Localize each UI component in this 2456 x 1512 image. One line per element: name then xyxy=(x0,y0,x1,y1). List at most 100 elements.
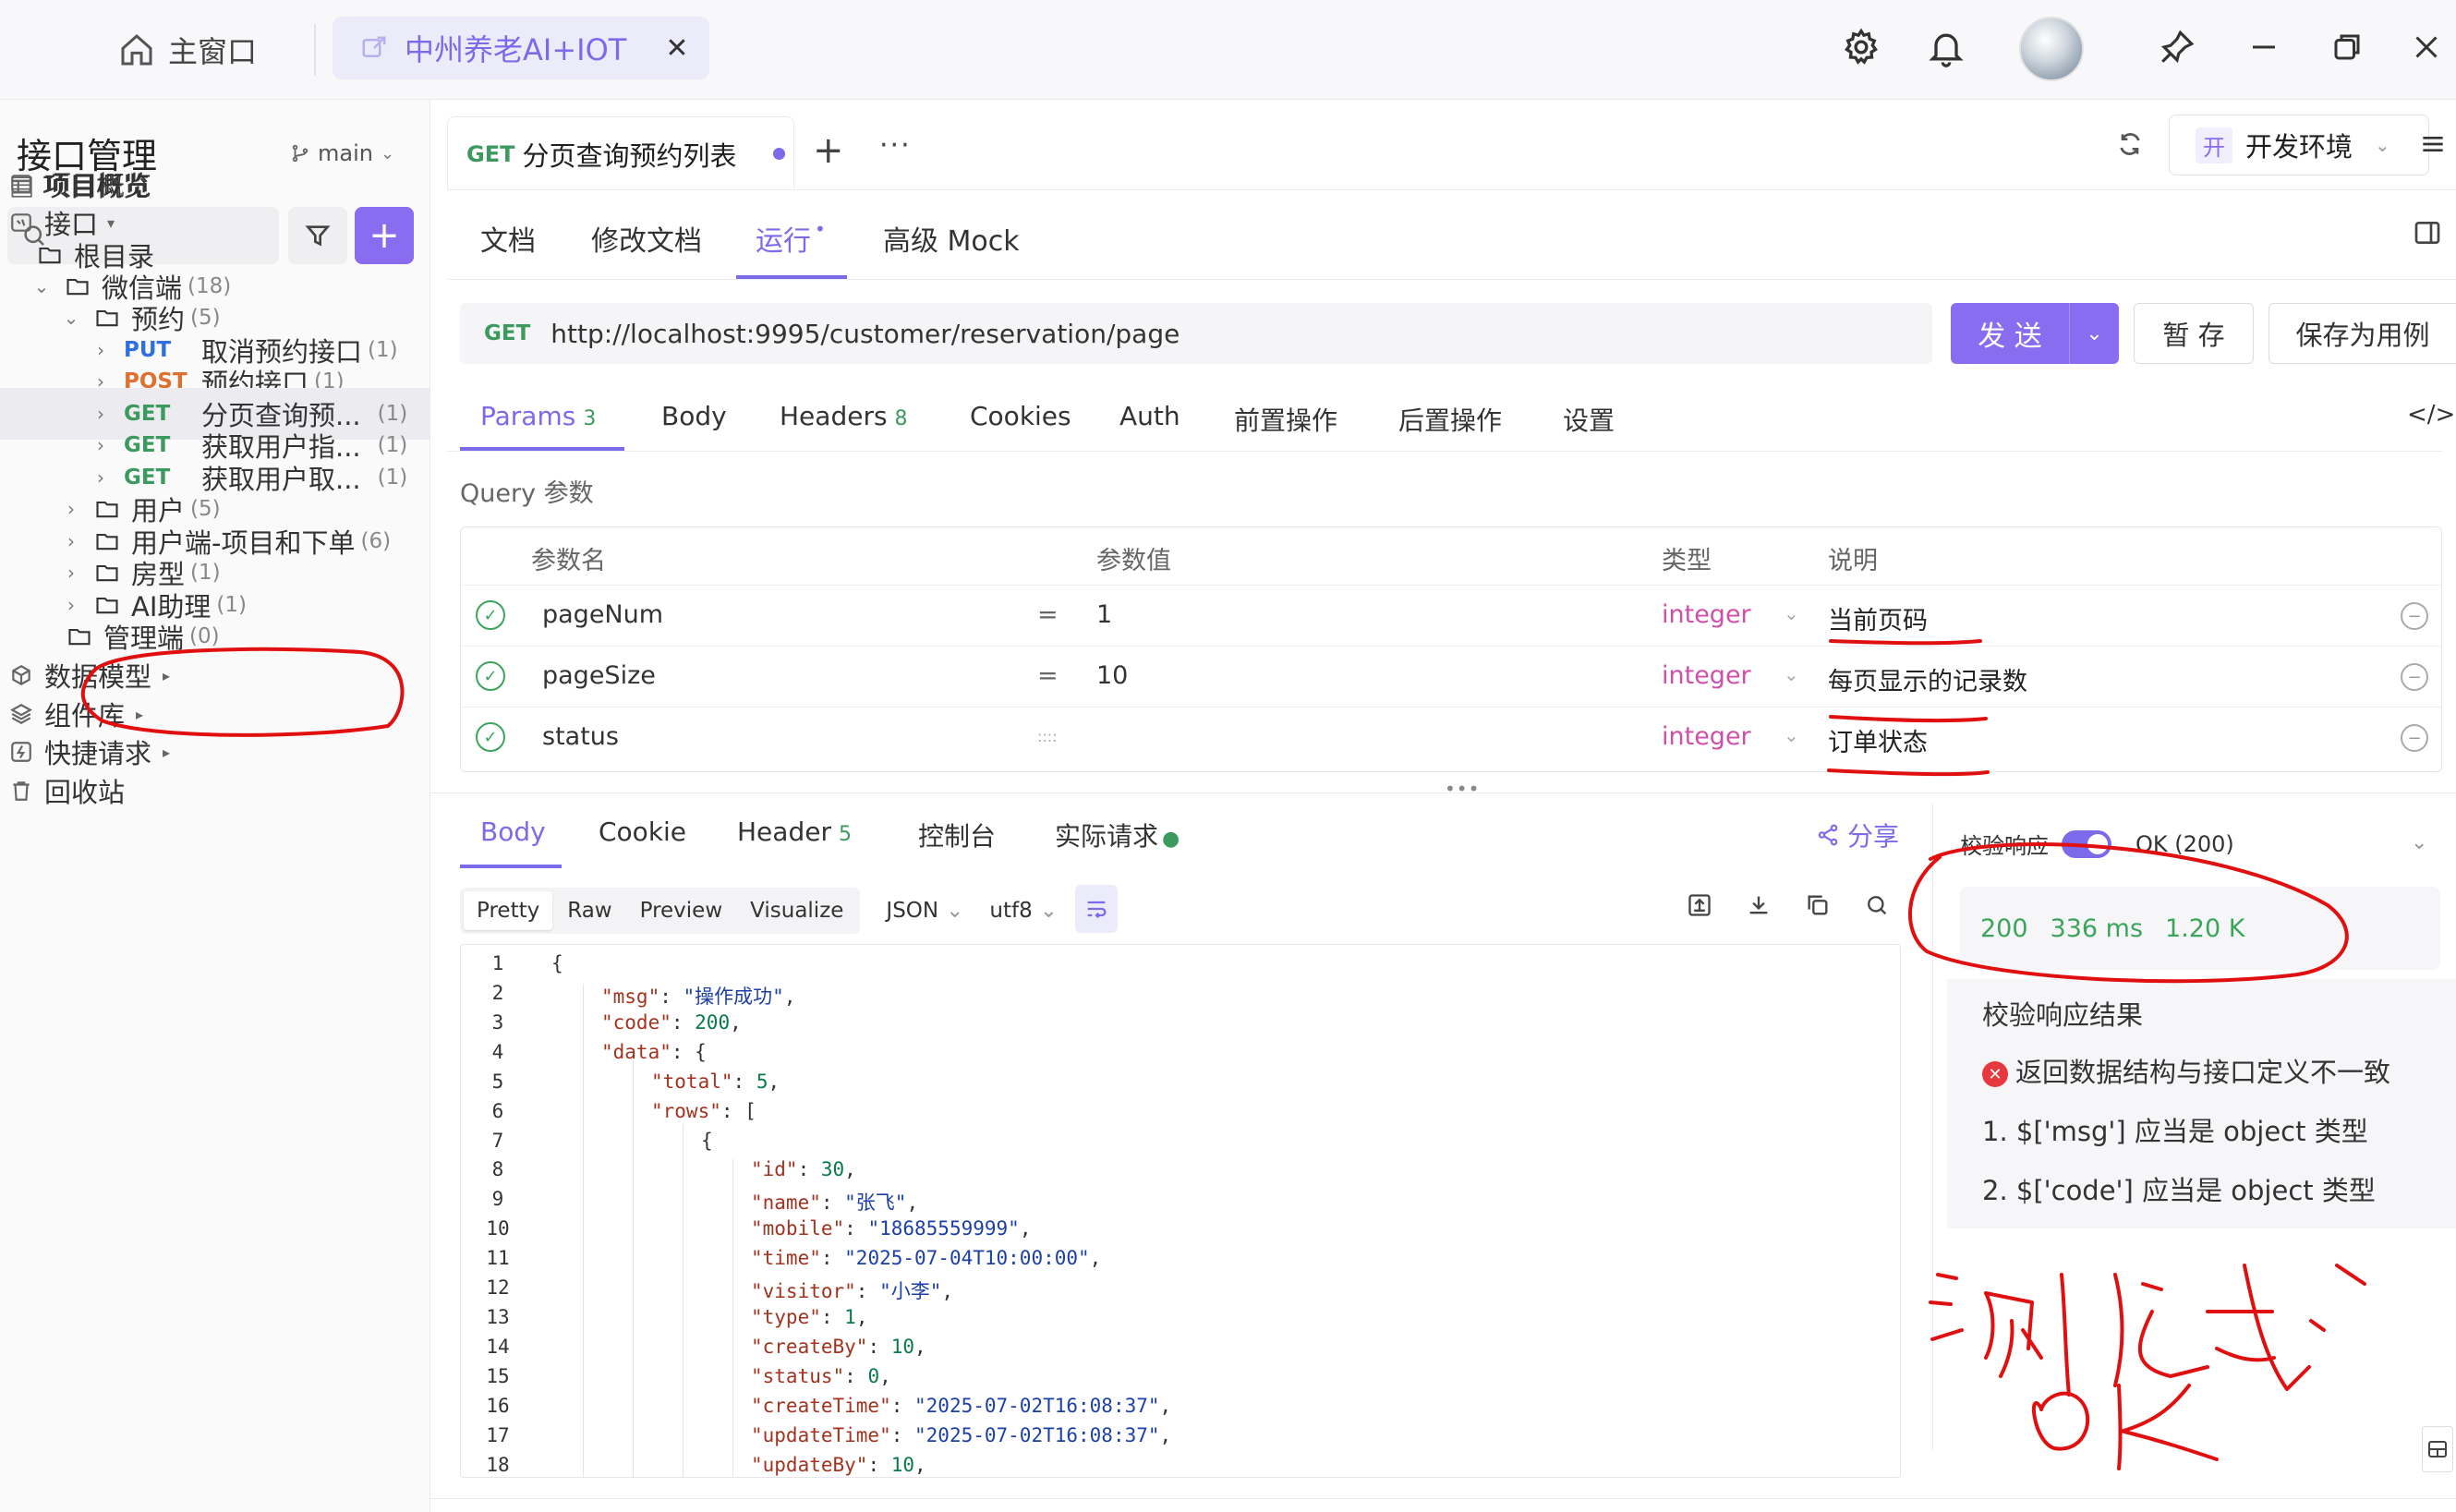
send-dropdown-icon[interactable]: ⌄ xyxy=(2069,303,2119,364)
language-select[interactable]: JSON ⌄ xyxy=(886,899,963,923)
tab-cookies[interactable]: Cookies xyxy=(970,401,1071,431)
line-number: 5 xyxy=(491,1070,504,1093)
param-type[interactable]: integer xyxy=(1662,722,1751,751)
response-body-code[interactable]: 1 {2 "msg": "操作成功", 3 "code": 200, 4 "data": {… xyxy=(460,944,1901,1478)
share-button[interactable]: 分享 xyxy=(1816,816,1899,853)
tab-doc[interactable]: 文档 xyxy=(480,218,536,259)
tab-label: Headers xyxy=(780,401,888,431)
enabled-check-icon[interactable]: ✓ xyxy=(476,600,505,630)
param-name[interactable]: status xyxy=(542,722,619,751)
line-number: 13 xyxy=(486,1306,510,1329)
tab-post-processors[interactable]: 后置操作 xyxy=(1398,401,1502,438)
chevron-down-icon[interactable]: ⌄ xyxy=(2411,831,2427,854)
project-tab[interactable]: 中州养老AI+IOT ✕ xyxy=(333,17,709,79)
search-icon[interactable] xyxy=(1864,892,1890,918)
param-description[interactable]: 订单状态 xyxy=(1828,722,1928,758)
method-select[interactable]: GET xyxy=(484,321,530,345)
chevron-down-icon[interactable]: ⌄ xyxy=(1784,602,1799,624)
table-row: ✓ pageNum = 1 integer ⌄ 当前页码 − xyxy=(461,585,2441,646)
json-value: 0 xyxy=(867,1364,880,1387)
url-input[interactable]: GET http://localhost:9995/customer/reser… xyxy=(460,303,1932,364)
mode-pretty[interactable]: Pretty xyxy=(464,891,553,930)
tab-edit-doc[interactable]: 修改文档 xyxy=(591,218,702,259)
line-number: 2 xyxy=(491,981,504,1004)
settings-icon[interactable] xyxy=(1836,22,1886,72)
close-tab-icon[interactable]: ✕ xyxy=(665,32,688,65)
mode-preview[interactable]: Preview xyxy=(627,891,736,930)
tab-body[interactable]: Body xyxy=(661,401,727,431)
layout-toggle-icon[interactable] xyxy=(2422,1426,2453,1472)
validate-toggle[interactable] xyxy=(2062,829,2111,858)
tab-response-header[interactable]: Header 5 xyxy=(737,816,852,847)
tab-label: Params xyxy=(480,401,576,431)
copy-icon[interactable] xyxy=(1805,892,1831,918)
close-window-icon[interactable] xyxy=(2402,22,2451,72)
panel-splitter[interactable] xyxy=(430,792,2456,793)
param-value[interactable]: 1 xyxy=(1096,600,1112,629)
tab-page-query[interactable]: GET 分页查询预约列表 xyxy=(447,116,794,190)
tab-response-body[interactable]: Body xyxy=(480,816,546,847)
query-params-label: Query 参数 xyxy=(460,479,594,508)
mode-visualize[interactable]: Visualize xyxy=(737,891,856,930)
download-icon[interactable] xyxy=(1746,892,1772,918)
param-type[interactable]: integer xyxy=(1662,661,1751,690)
send-button[interactable]: 发 送 ⌄ xyxy=(1951,303,2119,364)
code-view-icon[interactable]: </> xyxy=(2407,401,2455,429)
notification-bell-icon[interactable] xyxy=(1921,22,1971,72)
nav-trash[interactable]: 回收站 xyxy=(0,765,429,816)
component-library-icon xyxy=(10,704,32,724)
param-description[interactable]: 当前页码 xyxy=(1828,600,1928,636)
code-punct: , xyxy=(914,1335,926,1358)
tab-response-cookie[interactable]: Cookie xyxy=(599,816,686,847)
tab-headers[interactable]: Headers 8 xyxy=(780,401,908,431)
drag-handle-icon[interactable]: ••• xyxy=(1445,778,1480,800)
side-panel-toggle-icon[interactable] xyxy=(2413,218,2442,251)
line-number: 18 xyxy=(486,1453,510,1476)
save-as-case-button[interactable]: 保存为用例 xyxy=(2268,303,2456,364)
tab-pre-processors[interactable]: 前置操作 xyxy=(1234,401,1337,438)
enabled-check-icon[interactable]: ✓ xyxy=(476,661,505,691)
tab-actual-request[interactable]: 实际请求 ● xyxy=(1055,816,1180,853)
param-type[interactable]: integer xyxy=(1662,600,1751,629)
environment-selector[interactable]: 开 开发环境 ⌄ xyxy=(2169,115,2429,175)
code-punct: , xyxy=(730,1010,742,1034)
tab-advanced-mock[interactable]: 高级 Mock xyxy=(883,218,1020,259)
remove-row-icon[interactable]: − xyxy=(2401,724,2428,752)
menu-icon[interactable] xyxy=(2418,129,2448,163)
tab-auth[interactable]: Auth xyxy=(1119,401,1180,431)
enabled-check-icon[interactable]: ✓ xyxy=(476,722,505,752)
remove-row-icon[interactable]: − xyxy=(2401,663,2428,691)
encoding-select[interactable]: utf8 ⌄ xyxy=(989,899,1058,923)
tab-params[interactable]: Params 3 xyxy=(480,401,596,431)
mode-raw[interactable]: Raw xyxy=(554,891,624,930)
code-punct: { xyxy=(551,952,563,974)
minimize-icon[interactable] xyxy=(2239,22,2289,72)
home-tab[interactable]: 主窗口 xyxy=(118,28,257,72)
export-icon[interactable] xyxy=(1687,892,1712,918)
refresh-icon[interactable] xyxy=(2115,129,2145,163)
chevron-down-icon[interactable]: ⌄ xyxy=(1784,724,1799,746)
word-wrap-button[interactable] xyxy=(1075,885,1118,933)
tab-console[interactable]: 控制台 xyxy=(918,816,996,853)
remove-row-icon[interactable]: − xyxy=(2401,602,2428,630)
param-value[interactable]: 10 xyxy=(1096,661,1128,690)
new-tab-button[interactable]: + xyxy=(813,129,844,172)
pin-icon[interactable] xyxy=(2152,22,2202,72)
param-description[interactable]: 每页显示的记录数 xyxy=(1828,661,2027,697)
user-avatar[interactable] xyxy=(2019,17,2084,81)
json-value: "18685559999" xyxy=(867,1217,1020,1240)
tab-settings[interactable]: 设置 xyxy=(1563,401,1615,438)
env-label: 开发环境 xyxy=(2245,131,2353,163)
validation-error: ✕ 返回数据结构与接口定义不一致 xyxy=(1982,1051,2390,1090)
param-name[interactable]: pageNum xyxy=(542,600,663,629)
restore-window-icon[interactable] xyxy=(2322,22,2372,72)
data-model-icon xyxy=(12,665,30,685)
tab-run[interactable]: 运行 • xyxy=(756,218,826,259)
chevron-down-icon[interactable]: ⌄ xyxy=(1784,663,1799,685)
param-name[interactable]: pageSize xyxy=(542,661,656,690)
more-tabs-button[interactable]: ··· xyxy=(879,129,912,162)
save-draft-button[interactable]: 暂 存 xyxy=(2134,303,2254,364)
table-row: ✓ pageSize = 10 integer ⌄ 每页显示的记录数 − xyxy=(461,646,2441,707)
tab-count: 5 xyxy=(838,823,852,846)
json-value: "2025-07-04T10:00:00" xyxy=(844,1247,1090,1270)
